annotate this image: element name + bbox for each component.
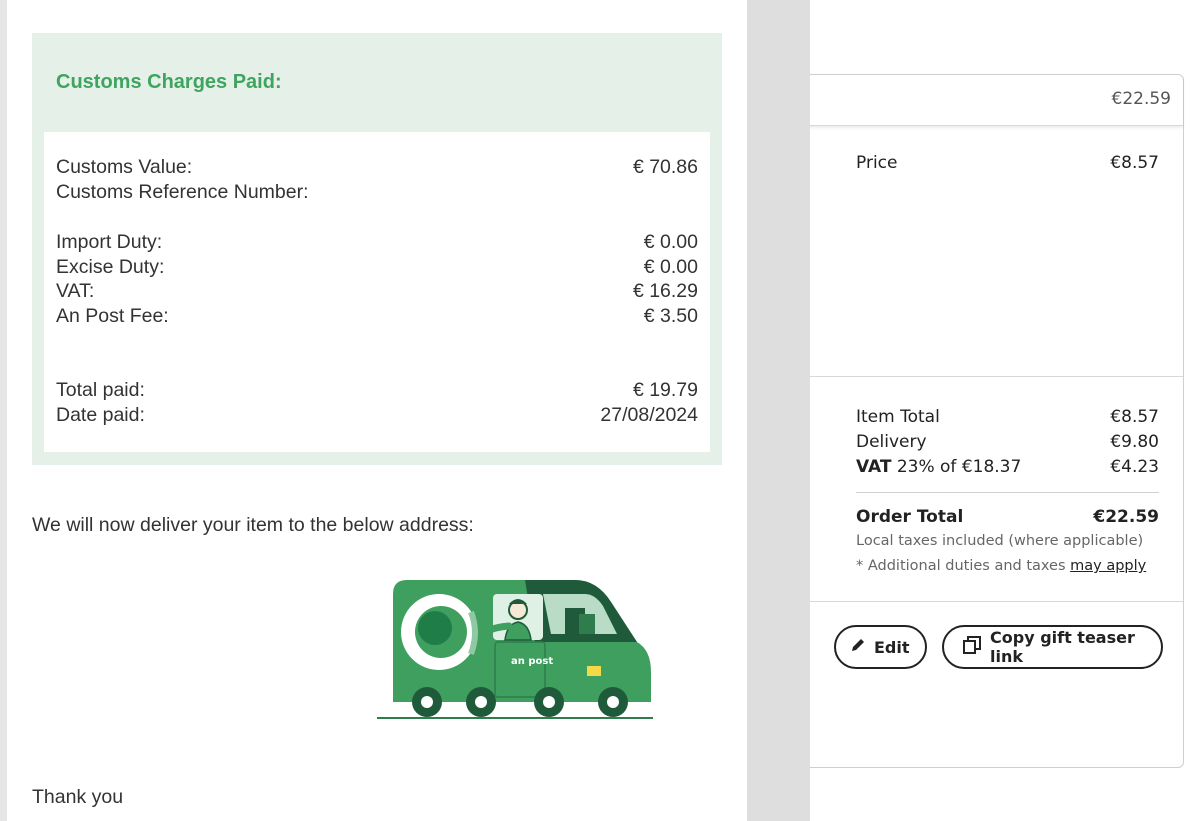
summary-amount: €22.59 [1111,89,1171,109]
customs-charges-box: Customs Charges Paid: Customs Value: € 7… [32,33,722,465]
vat-label: VAT: [56,280,95,302]
price-label: Price [856,153,898,173]
edit-button-label: Edit [874,637,910,657]
customs-value-amount: € 70.86 [632,156,698,178]
order-total-value: €22.59 [1093,507,1159,527]
signoff-text: Thank you [32,786,124,808]
an-post-fee-amount: € 3.50 [643,305,698,327]
delivery-row: Delivery €9.80 [856,430,1159,455]
customs-reference-row: Customs Reference Number: [56,180,698,205]
total-paid-amount: € 19.79 [632,379,698,401]
import-duty-label: Import Duty: [56,231,163,253]
date-paid-row: Date paid: 27/08/2024 [56,403,698,428]
additional-duties-note: * Additional duties and taxes may apply [856,554,1159,579]
divider [856,492,1159,493]
may-apply-link[interactable]: may apply [1070,558,1146,574]
vat-row: VAT 23% of €18.37 €4.23 [856,455,1159,480]
an-post-van-illustration: an post [377,580,653,719]
divider [791,601,1183,602]
copy-icon [962,635,982,659]
excise-duty-amount: € 0.00 [643,256,698,278]
date-paid-value: 27/08/2024 [600,404,698,426]
vat-amount: € 16.29 [632,280,698,302]
excise-duty-row: Excise Duty: € 0.00 [56,255,698,280]
panel-shadow [747,0,810,821]
order-total-label: Order Total [856,507,964,527]
item-total-value: €8.57 [1110,407,1159,427]
local-taxes-note: Local taxes included (where applicable) [856,533,1144,549]
item-total-row: Item Total €8.57 [856,405,1159,430]
customs-details: Customs Value: € 70.86 Customs Reference… [44,132,710,452]
customs-reference-label: Customs Reference Number: [56,181,309,203]
delivery-label: Delivery [856,432,927,452]
divider [791,376,1183,377]
order-summary-card: €22.59 Price €8.57 Item Total €8.57 Deli… [790,74,1184,768]
customs-title: Customs Charges Paid: [56,71,282,93]
price-value: €8.57 [1110,153,1159,173]
van-logo-text: an post [511,656,553,667]
vat-label: VAT 23% of €18.37 [856,455,1021,480]
date-paid-label: Date paid: [56,404,145,426]
import-duty-row: Import Duty: € 0.00 [56,230,698,255]
an-post-fee-label: An Post Fee: [56,305,169,327]
item-total-label: Item Total [856,407,940,427]
copy-gift-teaser-button[interactable]: Copy gift teaser link [942,625,1163,669]
vat-value: €4.23 [1110,457,1159,477]
total-paid-row: Total paid: € 19.79 [56,378,698,403]
email-panel: Customs Charges Paid: Customs Value: € 7… [7,0,747,821]
totals-section: Item Total €8.57 Delivery €9.80 VAT 23% … [856,405,1159,579]
vat-label-bold: VAT [856,457,892,477]
total-paid-label: Total paid: [56,379,145,401]
window-edge [0,0,7,821]
vat-label-detail: 23% of €18.37 [891,457,1022,477]
vat-row: VAT: € 16.29 [56,279,698,304]
deliver-notice: We will now deliver your item to the bel… [32,514,474,536]
excise-duty-label: Excise Duty: [56,256,165,278]
edit-button[interactable]: Edit [834,625,927,669]
an-post-fee-row: An Post Fee: € 3.50 [56,304,698,329]
copy-button-label: Copy gift teaser link [990,628,1135,666]
order-summary-header: €22.59 [791,75,1183,126]
import-duty-amount: € 0.00 [643,231,698,253]
customs-value-label: Customs Value: [56,156,193,178]
pencil-icon [850,637,866,657]
order-total-row: Order Total €22.59 [856,505,1159,529]
delivery-value: €9.80 [1110,432,1159,452]
additional-duties-text: * Additional duties and taxes [856,558,1071,574]
customs-value-row: Customs Value: € 70.86 [56,155,698,180]
